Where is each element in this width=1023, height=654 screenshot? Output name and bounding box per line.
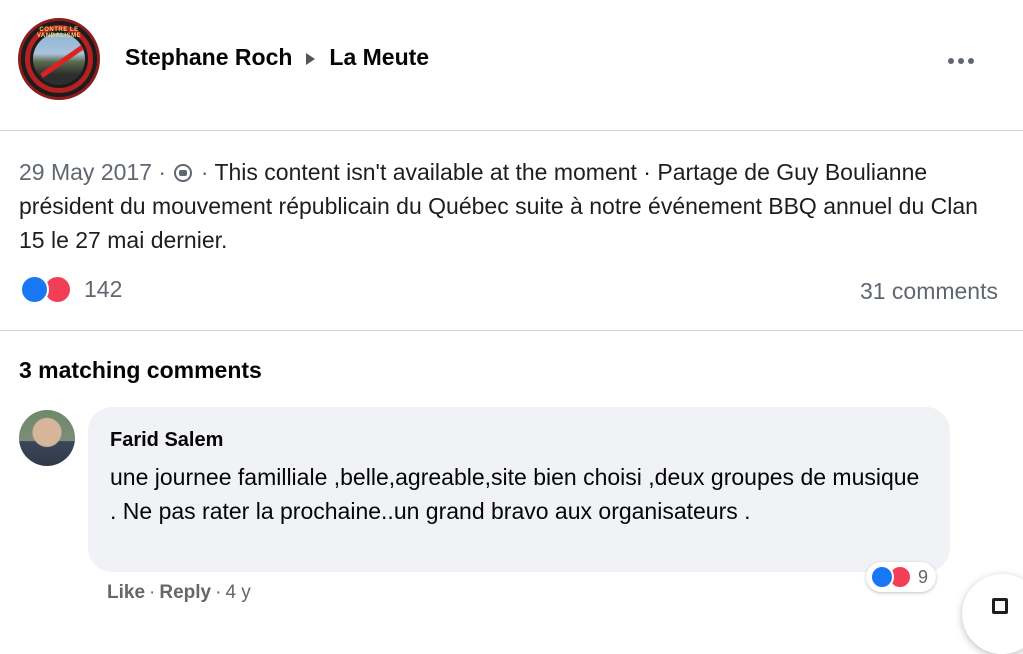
commenter-avatar[interactable] <box>19 410 75 466</box>
group-avatar[interactable]: CONTRE LE VANDALISME <box>18 18 100 100</box>
comments-section-title: 3 matching comments <box>19 357 262 383</box>
reaction-count: 142 <box>84 276 123 302</box>
post-text: 29 May 2017 · · This content isn't avail… <box>19 159 978 253</box>
author-name[interactable]: Stephane Roch <box>125 44 292 71</box>
comment-author[interactable]: Farid Salem <box>110 429 928 452</box>
post-date[interactable]: 29 May 2017 <box>19 159 152 185</box>
like-button[interactable]: Like <box>107 582 145 604</box>
reply-button[interactable]: Reply <box>159 582 211 604</box>
globe-icon <box>174 164 193 182</box>
like-reaction-icon <box>20 275 49 304</box>
group-name[interactable]: La Meute <box>329 44 429 71</box>
comment-bubble: Farid Salem une journee familliale ,bell… <box>88 407 950 572</box>
separator: · <box>215 582 222 603</box>
divider <box>0 330 1023 331</box>
arrow-right-icon <box>306 52 316 65</box>
divider <box>0 130 1023 131</box>
avatar-ring-text: CONTRE LE VANDALISME <box>36 27 82 39</box>
more-options-icon[interactable] <box>948 55 978 67</box>
compose-button[interactable] <box>962 574 1023 654</box>
comments-count[interactable]: 31 comments <box>860 278 998 305</box>
post-header: Stephane Roch La Meute <box>125 44 429 71</box>
like-reaction-icon <box>870 565 894 589</box>
compose-icon <box>992 598 1008 614</box>
comment-reaction-count: 9 <box>918 566 929 587</box>
comment-reactions[interactable]: 9 <box>866 562 937 592</box>
comment-age[interactable]: 4 y <box>225 582 250 604</box>
comment-actions: Like · Reply · 4 y <box>107 582 251 604</box>
comment-text: une journee familliale ,belle,agreable,s… <box>110 464 920 524</box>
reaction-summary[interactable]: 142 <box>20 275 122 304</box>
separator: · <box>149 582 156 603</box>
